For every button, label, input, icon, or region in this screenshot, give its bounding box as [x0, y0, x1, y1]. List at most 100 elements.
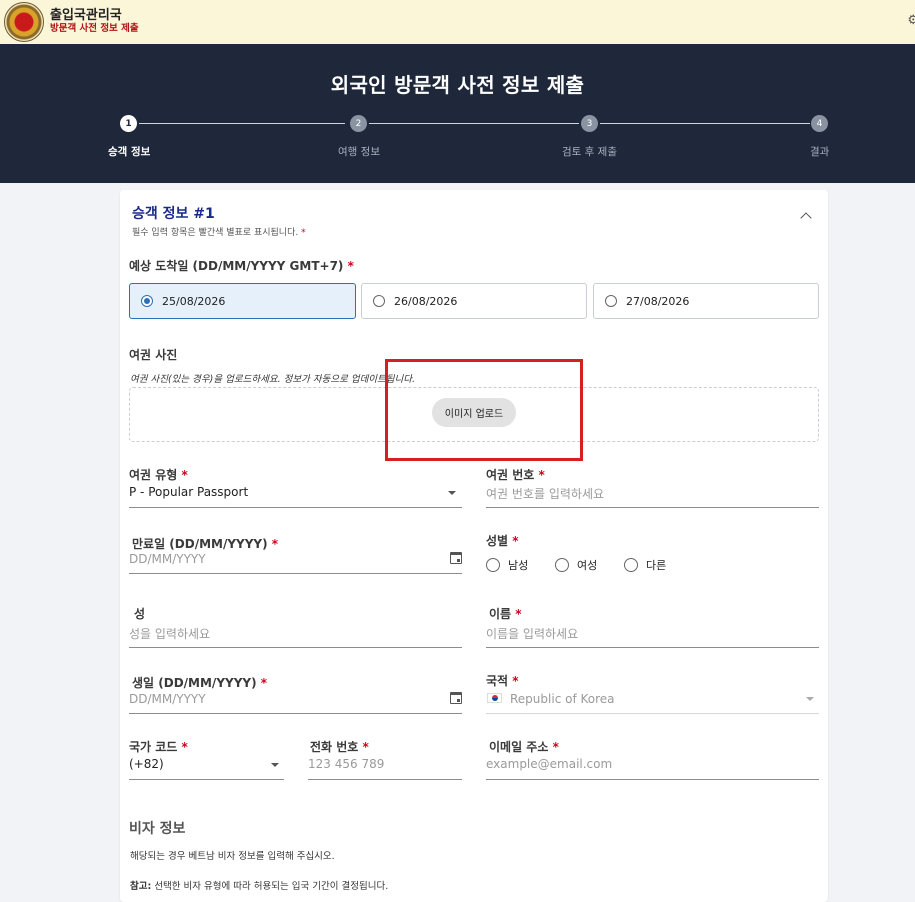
- settings-icon[interactable]: ⚙: [907, 13, 915, 28]
- step-3-indicator: 3: [581, 115, 598, 132]
- step-2-label: 여행 정보: [338, 146, 380, 158]
- arrival-date-value: 26/08/2026: [394, 294, 458, 308]
- required-asterisk: *: [362, 740, 369, 754]
- required-asterisk: *: [515, 607, 522, 621]
- step-connector: [139, 123, 345, 124]
- required-asterisk: *: [260, 676, 268, 690]
- radio-selected-icon: [141, 295, 153, 307]
- required-note-text: 필수 입력 항목은 빨간색 별표로 표시됩니다.: [132, 228, 299, 238]
- passport-type-select[interactable]: P - Popular Passport: [129, 485, 248, 499]
- page-title: 외국인 방문객 사전 정보 제출: [330, 73, 585, 97]
- dropdown-caret-icon[interactable]: [448, 491, 456, 495]
- gender-option-other[interactable]: 다른: [624, 557, 666, 573]
- arrival-date-value: 25/08/2026: [162, 294, 226, 308]
- step-4-label: 결과: [810, 146, 830, 158]
- passport-type-label: 여권 유형 *: [129, 466, 188, 483]
- required-asterisk: *: [552, 740, 559, 754]
- collapse-chevron-icon[interactable]: [800, 212, 812, 224]
- passport-type-label-text: 여권 유형: [129, 468, 178, 482]
- country-code-label: 국가 코드 *: [129, 738, 188, 755]
- country-code-label-text: 국가 코드: [129, 740, 178, 754]
- first-name-label: 이름 *: [489, 605, 522, 622]
- visa-reference-note: 참고: 선택한 비자 유형에 따라 허용되는 입국 기간이 결정됩니다.: [130, 878, 388, 892]
- expiry-date-input[interactable]: DD/MM/YYYY: [129, 552, 206, 566]
- step-3-label: 검토 후 제출: [562, 146, 617, 158]
- required-asterisk: *: [181, 468, 188, 482]
- visa-reference-label: 참고:: [130, 881, 152, 892]
- expiry-date-label: 만료일 (DD/MM/YYYY) *: [132, 535, 278, 552]
- required-note: 필수 입력 항목은 빨간색 별표로 표시됩니다. *: [132, 225, 306, 238]
- passport-photo-label: 여권 사진: [129, 348, 178, 362]
- arrival-date-value: 27/08/2026: [626, 294, 690, 308]
- required-asterisk: *: [512, 534, 519, 548]
- arrival-date-option-1[interactable]: 25/08/2026: [129, 283, 356, 319]
- highlight-box: [385, 359, 583, 461]
- expiry-date-label-text: 만료일 (DD/MM/YYYY): [132, 537, 268, 551]
- radio-icon: [373, 295, 385, 307]
- arrival-date-option-3[interactable]: 27/08/2026: [593, 283, 819, 319]
- calendar-icon[interactable]: [450, 692, 462, 704]
- nationality-select[interactable]: Republic of Korea: [510, 692, 615, 706]
- gender-option-label: 다른: [646, 559, 667, 572]
- field-underline: [129, 573, 462, 574]
- field-underline: [486, 647, 819, 648]
- gender-option-male[interactable]: 남성: [486, 557, 528, 573]
- arrival-date-label: 예상 도착일 (DD/MM/YYYY GMT+7) *: [129, 257, 354, 274]
- field-underline: [308, 779, 462, 780]
- calendar-icon[interactable]: [450, 552, 462, 564]
- step-1-indicator: 1: [120, 115, 137, 132]
- nationality-label-text: 국적: [486, 674, 509, 688]
- visa-section-title: 비자 정보: [129, 821, 186, 837]
- field-underline: [486, 507, 819, 508]
- gender-option-female[interactable]: 여성: [555, 557, 597, 573]
- required-asterisk: *: [512, 674, 519, 688]
- passport-photo-hint: 여권 사진(있는 경우)을 업로드하세요. 정보가 자동으로 업데이트됩니다.: [130, 374, 416, 385]
- radio-icon: [605, 295, 617, 307]
- nationality-label: 국적 *: [486, 672, 519, 689]
- phone-label-text: 전화 번호: [310, 740, 359, 754]
- progress-stepper: 1 2 3 4 승객 정보 여행 정보 검토 후 제출 결과: [0, 114, 915, 164]
- required-asterisk: *: [347, 259, 354, 273]
- field-underline: [486, 713, 819, 714]
- required-asterisk: *: [301, 228, 306, 238]
- gender-option-label: 여성: [577, 559, 598, 572]
- visa-note: 해당되는 경우 베트남 비자 정보를 입력해 주십시오.: [130, 851, 335, 862]
- page-header: 외국인 방문객 사전 정보 제출 1 2 3 4 승객 정보 여행 정보 검토 …: [0, 44, 915, 183]
- arrival-date-option-2[interactable]: 26/08/2026: [361, 283, 587, 319]
- visa-reference-text: 선택한 비자 유형에 따라 허용되는 입국 기간이 결정됩니다.: [154, 881, 389, 892]
- step-4-indicator: 4: [811, 115, 828, 132]
- first-name-label-text: 이름: [489, 607, 512, 621]
- arrival-date-label-text: 예상 도착일 (DD/MM/YYYY GMT+7): [129, 259, 344, 273]
- birth-date-label: 생일 (DD/MM/YYYY) *: [132, 674, 267, 691]
- birth-date-label-text: 생일 (DD/MM/YYYY): [132, 676, 257, 690]
- required-asterisk: *: [181, 740, 188, 754]
- email-label-text: 이메일 주소: [489, 740, 549, 754]
- last-name-input[interactable]: 성을 입력하세요: [129, 625, 210, 642]
- step-connector: [369, 123, 579, 124]
- phone-input[interactable]: 123 456 789: [308, 757, 384, 771]
- dropdown-caret-icon[interactable]: [271, 763, 279, 767]
- passport-number-label: 여권 번호 *: [486, 466, 545, 483]
- phone-label: 전화 번호 *: [310, 738, 369, 755]
- radio-icon: [486, 558, 500, 572]
- gender-label: 성별 *: [486, 532, 519, 549]
- passenger-info-card: 승객 정보 #1 필수 입력 항목은 빨간색 별표로 표시됩니다. * 예상 도…: [120, 190, 828, 902]
- country-code-select[interactable]: (+82): [129, 757, 164, 771]
- required-asterisk: *: [271, 537, 279, 551]
- immigration-emblem-logo: [4, 2, 44, 42]
- org-name: 출입국관리국: [50, 8, 122, 24]
- field-underline: [129, 507, 462, 508]
- passport-number-input[interactable]: 여권 번호를 입력하세요: [486, 485, 604, 502]
- field-underline: [129, 779, 284, 780]
- field-underline: [486, 779, 819, 780]
- email-label: 이메일 주소 *: [489, 738, 559, 755]
- dropdown-caret-icon[interactable]: [806, 697, 814, 701]
- org-subtitle: 방문객 사전 정보 제출: [50, 23, 139, 34]
- step-connector: [600, 123, 810, 124]
- email-input[interactable]: example@email.com: [486, 757, 612, 771]
- birth-date-input[interactable]: DD/MM/YYYY: [129, 692, 206, 706]
- last-name-label: 성: [134, 607, 146, 621]
- gender-option-label: 남성: [508, 559, 529, 572]
- first-name-input[interactable]: 이름을 입력하세요: [486, 625, 578, 642]
- brand: 출입국관리국 방문객 사전 정보 제출: [50, 8, 139, 35]
